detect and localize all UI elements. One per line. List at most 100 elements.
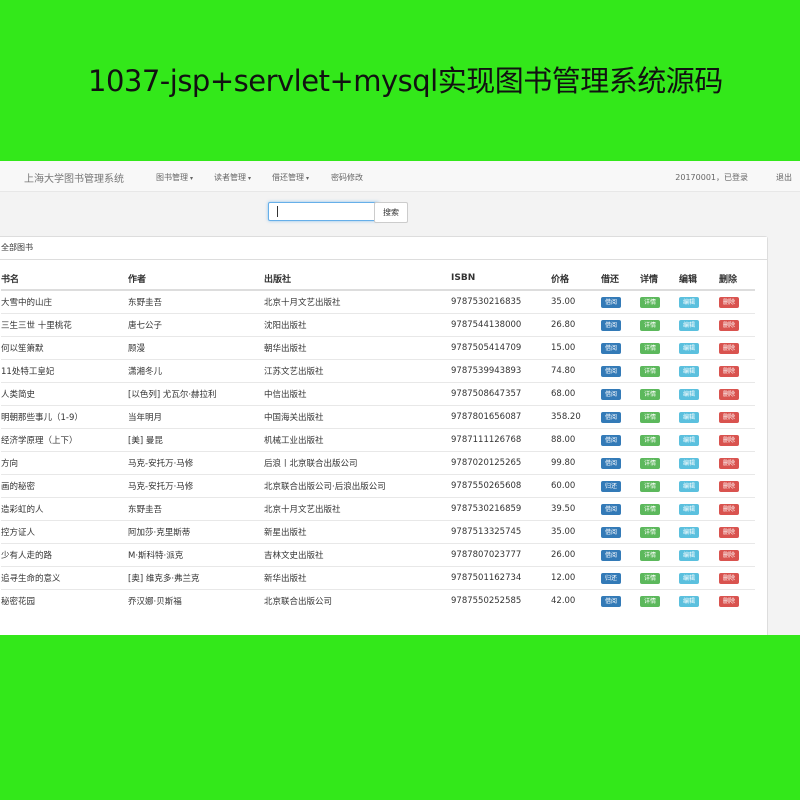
edit-button[interactable]: 编辑 xyxy=(679,480,700,492)
cell-book-name: 11处特工皇妃 xyxy=(1,359,128,383)
cell-borrow: 借阅 xyxy=(601,405,640,429)
edit-button[interactable]: 编辑 xyxy=(679,595,700,607)
borrow-return-button[interactable]: 借阅 xyxy=(601,365,622,377)
cell-price: 68.00 xyxy=(551,382,601,406)
cell-isbn: 9787111126768 xyxy=(451,428,551,452)
edit-button[interactable]: 编辑 xyxy=(679,526,700,538)
borrow-return-button[interactable]: 借阅 xyxy=(601,549,622,561)
navbar-brand[interactable]: 上海大学图书管理系统 xyxy=(24,170,124,185)
logout-link[interactable]: 退出 xyxy=(776,172,792,183)
borrow-return-button[interactable]: 借阅 xyxy=(601,319,622,331)
cell-borrow: 借阅 xyxy=(601,497,640,521)
table-row: 秘密花园 乔汉娜·贝斯福 北京联合出版公司 9787550252585 42.00 借阅 详… xyxy=(1,589,755,612)
borrow-return-button[interactable]: 归还 xyxy=(601,572,622,584)
borrow-return-button[interactable]: 归还 xyxy=(601,480,622,492)
edit-button[interactable]: 编辑 xyxy=(679,549,700,561)
cell-edit: 编辑 xyxy=(679,543,719,567)
search-button[interactable]: 搜索 xyxy=(374,202,408,223)
menu-label: 读者管理 xyxy=(214,173,246,182)
menu-label: 借还管理 xyxy=(272,173,304,182)
table-row: 控方证人 阿加莎·克里斯蒂 新星出版社 9787513325745 35.00 借阅 详情 编… xyxy=(1,520,755,544)
menu-borrow-management[interactable]: 借还管理 ▾ xyxy=(272,172,309,183)
detail-button[interactable]: 详情 xyxy=(640,595,661,607)
borrow-return-button[interactable]: 借阅 xyxy=(601,411,622,423)
detail-button[interactable]: 详情 xyxy=(640,503,661,515)
borrow-return-button[interactable]: 借阅 xyxy=(601,434,622,446)
cell-price: 39.50 xyxy=(551,497,601,521)
cell-author: 当年明月 xyxy=(128,405,264,429)
menu-book-management[interactable]: 图书管理 ▾ xyxy=(156,172,193,183)
delete-button[interactable]: 删除 xyxy=(719,319,740,331)
detail-button[interactable]: 详情 xyxy=(640,572,661,584)
cell-delete: 删除 xyxy=(719,382,755,406)
cell-publisher: 后浪丨北京联合出版公司 xyxy=(264,451,451,475)
edit-button[interactable]: 编辑 xyxy=(679,572,700,584)
cell-book-name: 大雪中的山庄 xyxy=(1,289,128,314)
detail-button[interactable]: 详情 xyxy=(640,526,661,538)
detail-button[interactable]: 详情 xyxy=(640,365,661,377)
cell-author: 潇湘冬儿 xyxy=(128,359,264,383)
delete-button[interactable]: 删除 xyxy=(719,549,740,561)
delete-button[interactable]: 删除 xyxy=(719,296,740,308)
cell-isbn: 9787530216835 xyxy=(451,289,551,314)
delete-button[interactable]: 删除 xyxy=(719,503,740,515)
cell-borrow: 归还 xyxy=(601,474,640,498)
edit-button[interactable]: 编辑 xyxy=(679,388,700,400)
delete-button[interactable]: 删除 xyxy=(719,572,740,584)
delete-button[interactable]: 删除 xyxy=(719,365,740,377)
detail-button[interactable]: 详情 xyxy=(640,434,661,446)
edit-button[interactable]: 编辑 xyxy=(679,319,700,331)
detail-button[interactable]: 详情 xyxy=(640,296,661,308)
borrow-return-button[interactable]: 借阅 xyxy=(601,526,622,538)
cell-book-name: 秘密花园 xyxy=(1,589,128,612)
delete-button[interactable]: 删除 xyxy=(719,411,740,423)
edit-button[interactable]: 编辑 xyxy=(679,434,700,446)
edit-button[interactable]: 编辑 xyxy=(679,342,700,354)
col-header-publisher: 出版社 xyxy=(264,267,451,291)
cell-isbn: 9787801656087 xyxy=(451,405,551,429)
borrow-return-button[interactable]: 借阅 xyxy=(601,457,622,469)
edit-button[interactable]: 编辑 xyxy=(679,365,700,377)
borrow-return-button[interactable]: 借阅 xyxy=(601,503,622,515)
borrow-return-button[interactable]: 借阅 xyxy=(601,388,622,400)
borrow-return-button[interactable]: 借阅 xyxy=(601,296,622,308)
edit-button[interactable]: 编辑 xyxy=(679,411,700,423)
borrow-return-button[interactable]: 借阅 xyxy=(601,595,622,607)
table-row: 三生三世 十里桃花 唐七公子 沈阳出版社 9787544138000 26.80 借阅 详情… xyxy=(1,313,755,337)
detail-button[interactable]: 详情 xyxy=(640,549,661,561)
edit-button[interactable]: 编辑 xyxy=(679,457,700,469)
cell-detail: 详情 xyxy=(640,543,679,567)
menu-reader-management[interactable]: 读者管理 ▾ xyxy=(214,172,251,183)
cell-price: 358.20 xyxy=(551,405,601,429)
detail-button[interactable]: 详情 xyxy=(640,480,661,492)
edit-button[interactable]: 编辑 xyxy=(679,296,700,308)
detail-button[interactable]: 详情 xyxy=(640,342,661,354)
delete-button[interactable]: 删除 xyxy=(719,480,740,492)
cell-edit: 编辑 xyxy=(679,520,719,544)
borrow-return-button[interactable]: 借阅 xyxy=(601,342,622,354)
delete-button[interactable]: 删除 xyxy=(719,434,740,446)
cell-publisher: 北京联合出版公司 xyxy=(264,589,451,612)
cell-book-name: 控方证人 xyxy=(1,520,128,544)
detail-button[interactable]: 详情 xyxy=(640,319,661,331)
delete-button[interactable]: 删除 xyxy=(719,595,740,607)
banner-title: 1037-jsp+servlet+mysql实现图书管理系统源码 xyxy=(88,64,723,98)
delete-button[interactable]: 删除 xyxy=(719,457,740,469)
cell-delete: 删除 xyxy=(719,474,755,498)
cell-borrow: 借阅 xyxy=(601,451,640,475)
cell-price: 26.80 xyxy=(551,313,601,337)
cell-publisher: 中国海关出版社 xyxy=(264,405,451,429)
edit-button[interactable]: 编辑 xyxy=(679,503,700,515)
delete-button[interactable]: 删除 xyxy=(719,342,740,354)
col-header-name: 书名 xyxy=(1,267,128,291)
delete-button[interactable]: 删除 xyxy=(719,388,740,400)
detail-button[interactable]: 详情 xyxy=(640,388,661,400)
menu-password-change[interactable]: 密码修改 xyxy=(331,172,363,183)
cell-delete: 删除 xyxy=(719,566,755,590)
cell-edit: 编辑 xyxy=(679,336,719,360)
detail-button[interactable]: 详情 xyxy=(640,411,661,423)
table-row: 何以笙箫默 顾漫 朝华出版社 9787505414709 15.00 借阅 详情 编辑 删除 xyxy=(1,336,755,360)
search-input[interactable] xyxy=(268,202,379,221)
detail-button[interactable]: 详情 xyxy=(640,457,661,469)
delete-button[interactable]: 删除 xyxy=(719,526,740,538)
